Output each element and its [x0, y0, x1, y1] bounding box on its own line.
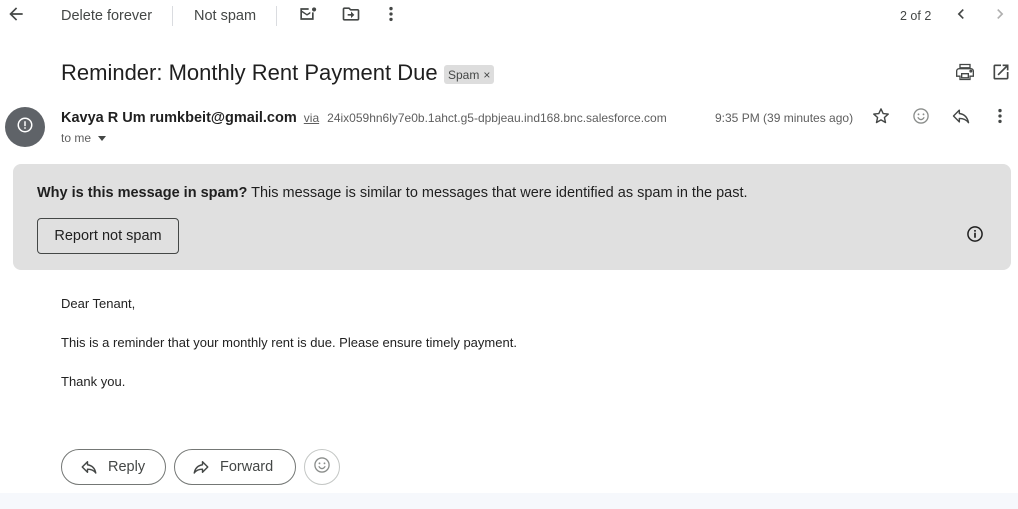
chevron-left-icon — [951, 4, 971, 29]
forward-label: Forward — [220, 459, 274, 475]
chevron-right-icon — [990, 4, 1010, 29]
reply-icon — [951, 106, 971, 131]
email-greeting: Dear Tenant, — [61, 296, 136, 311]
warning-icon — [16, 116, 34, 139]
emoji-react-icon — [312, 455, 332, 480]
open-in-new-window-button[interactable] — [985, 58, 1017, 90]
next-email-button[interactable] — [984, 0, 1016, 32]
emoji-react-icon — [911, 106, 931, 131]
spam-label-chip: Spam × — [444, 65, 495, 84]
print-button[interactable] — [949, 58, 981, 90]
more-options-button[interactable] — [375, 0, 407, 32]
star-button[interactable] — [865, 102, 897, 134]
sender-line: Kavya R Um rumkbeit@gmail.com via 24ix05… — [61, 110, 667, 126]
reply-button[interactable] — [945, 102, 977, 134]
move-to-folder-icon — [341, 4, 361, 29]
info-icon — [965, 224, 985, 249]
not-spam-button[interactable]: Not spam — [194, 8, 256, 24]
reply-pill-button[interactable]: Reply — [61, 449, 166, 485]
more-vertical-icon — [990, 106, 1010, 131]
email-closing: Thank you. — [61, 374, 126, 389]
page-bottom-strip — [0, 493, 1018, 509]
back-button[interactable] — [0, 0, 32, 32]
sender-email[interactable]: rumkbeit@gmail.com — [150, 110, 297, 126]
previous-email-button[interactable] — [945, 0, 977, 32]
toolbar-divider — [276, 6, 277, 26]
pagination-count: 2 of 2 — [900, 9, 932, 23]
email-timestamp: 9:35 PM (39 minutes ago) — [715, 111, 854, 125]
via-domain: 24ix059hn6ly7e0b.1ahct.g5-dpbjeau.ind168… — [327, 111, 667, 125]
add-reaction-pill-button[interactable] — [304, 449, 340, 485]
sender-avatar[interactable] — [5, 107, 45, 147]
toolbar-divider — [172, 6, 173, 26]
spam-reason-explanation: This message is similar to messages that… — [247, 185, 748, 201]
sender-name[interactable]: Kavya R Um — [61, 110, 146, 126]
recipient-text: to me — [61, 131, 92, 145]
spam-warning-banner: Why is this message in spam? This messag… — [13, 164, 1011, 270]
spam-reason-question: Why is this message in spam? — [37, 185, 248, 201]
star-icon — [871, 106, 891, 131]
email-message: This is a reminder that your monthly ren… — [61, 335, 517, 350]
via-link[interactable]: via — [304, 111, 319, 125]
open-in-new-icon — [991, 62, 1011, 87]
spam-label-text: Spam — [448, 67, 480, 82]
message-more-options-button[interactable] — [984, 102, 1016, 134]
print-icon — [955, 62, 975, 87]
report-not-spam-button[interactable]: Report not spam — [37, 218, 179, 254]
remove-label-button[interactable]: × — [483, 68, 490, 82]
forward-pill-button[interactable]: Forward — [174, 449, 296, 485]
delete-forever-button[interactable]: Delete forever — [61, 8, 152, 24]
recipient-details-toggle[interactable]: to me — [61, 131, 107, 145]
spam-info-button[interactable] — [959, 220, 991, 252]
email-subject: Reminder: Monthly Rent Payment Due — [61, 60, 438, 85]
more-vertical-icon — [381, 4, 401, 29]
reply-icon — [81, 461, 97, 474]
spam-reason-text: Why is this message in spam? This messag… — [37, 185, 748, 201]
mark-unread-button[interactable] — [291, 0, 323, 32]
arrow-left-icon — [6, 4, 26, 29]
forward-icon — [193, 461, 209, 474]
move-to-button[interactable] — [335, 0, 367, 32]
chevron-down-icon — [98, 135, 107, 141]
reply-label: Reply — [108, 459, 146, 475]
add-reaction-button[interactable] — [905, 102, 937, 134]
mark-unread-icon — [297, 4, 317, 29]
